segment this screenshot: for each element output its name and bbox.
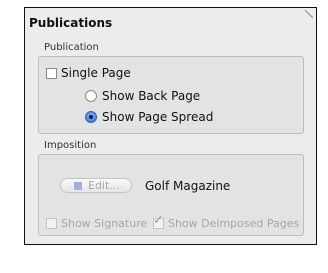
publication-group-label: Publication	[44, 42, 99, 53]
swatch-icon	[74, 181, 82, 190]
single-page-label: Single Page	[61, 66, 131, 80]
checkmark-icon: ✓	[153, 213, 164, 228]
checkbox-box[interactable]	[46, 218, 57, 229]
imposition-name: Golf Magazine	[145, 179, 231, 193]
publications-panel: Publications Publication Single Page Sho…	[24, 7, 317, 245]
show-page-spread-radio[interactable]: Show Page Spread	[85, 110, 213, 124]
show-signature-label: Show Signature	[61, 217, 148, 230]
radio-button-selected[interactable]	[85, 111, 97, 123]
edit-imposition-button[interactable]: Edit...	[60, 178, 132, 193]
panel-corner-icon	[305, 10, 313, 18]
show-back-page-radio[interactable]: Show Back Page	[85, 89, 200, 103]
imposition-group-label: Imposition	[44, 140, 97, 151]
panel-title: Publications	[29, 16, 113, 30]
show-signature-checkbox[interactable]: Show Signature	[46, 217, 147, 230]
edit-button-label: Edit...	[88, 179, 120, 192]
show-back-page-label: Show Back Page	[102, 89, 201, 103]
show-deimposed-pages-checkbox[interactable]: ✓ Show Deimposed Pages	[153, 214, 300, 230]
show-deimposed-pages-label: Show Deimposed Pages	[168, 217, 300, 230]
single-page-checkbox[interactable]: Single Page	[46, 66, 131, 80]
checkbox-box[interactable]: ✓	[153, 214, 164, 229]
checkbox-box[interactable]	[46, 67, 57, 79]
show-page-spread-label: Show Page Spread	[102, 110, 214, 124]
radio-button-off[interactable]	[85, 90, 97, 102]
